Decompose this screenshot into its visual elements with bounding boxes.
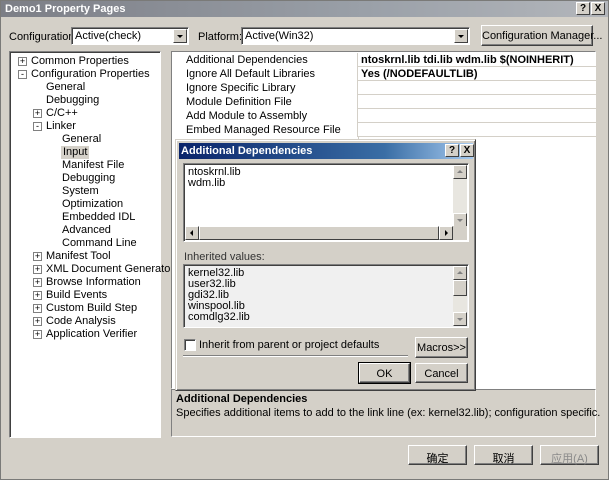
grid-row[interactable]: Add Module to Assembly bbox=[172, 109, 596, 123]
grid-row[interactable]: Ignore Specific Library bbox=[172, 81, 596, 95]
grid-row-value[interactable] bbox=[359, 95, 361, 109]
inherit-checkbox-label[interactable]: Inherit from parent or project defaults bbox=[199, 339, 379, 351]
grid-row[interactable]: Ignore All Default Libraries Yes (/NODEF… bbox=[172, 67, 596, 81]
grid-row-value[interactable] bbox=[359, 123, 361, 137]
grid-row-value[interactable]: Yes (/NODEFAULTLIB) bbox=[359, 67, 478, 81]
grid-row[interactable]: Additional Dependencies ntoskrnl.lib tdi… bbox=[172, 53, 596, 67]
grid-row[interactable]: Embed Managed Resource File bbox=[172, 123, 596, 137]
platform-select[interactable]: Active(Win32) bbox=[241, 27, 470, 45]
grid-row-value[interactable] bbox=[359, 81, 361, 95]
grid-row-name[interactable]: Module Definition File bbox=[172, 95, 358, 109]
tree-item-manifest-file[interactable]: Manifest File bbox=[62, 159, 124, 172]
expand-icon[interactable]: + bbox=[33, 252, 42, 261]
horizontal-scrollbar[interactable] bbox=[185, 226, 453, 240]
dialog-title: Additional Dependencies bbox=[181, 145, 313, 157]
dialog-separator bbox=[183, 355, 408, 357]
dependency-item[interactable]: wdm.lib bbox=[188, 177, 225, 189]
window-title: Demo1 Property Pages bbox=[5, 3, 126, 15]
expand-icon[interactable]: + bbox=[33, 330, 42, 339]
apply-button[interactable]: 应用(A) bbox=[540, 445, 599, 465]
tree-item-code-analysis[interactable]: Code Analysis bbox=[46, 315, 116, 328]
grid-row-name[interactable]: Embed Managed Resource File bbox=[172, 123, 358, 137]
tree-item-command-line[interactable]: Command Line bbox=[62, 237, 137, 250]
scroll-down-icon[interactable] bbox=[453, 312, 467, 326]
tree-item-system[interactable]: System bbox=[62, 185, 99, 198]
tree-item-xml-document-generator[interactable]: XML Document Generator bbox=[46, 263, 174, 276]
tree-item-optimization[interactable]: Optimization bbox=[62, 198, 123, 211]
grid-row-name[interactable]: Add Module to Assembly bbox=[172, 109, 358, 123]
configuration-value: Active(check) bbox=[75, 30, 142, 42]
grid-row-name[interactable]: Additional Dependencies bbox=[172, 53, 358, 67]
help-icon[interactable]: ? bbox=[445, 144, 459, 157]
tree-item-linker-input[interactable]: Input bbox=[61, 146, 90, 159]
window-titlebar: Demo1 Property Pages ? X bbox=[1, 1, 608, 17]
scroll-left-icon[interactable] bbox=[185, 226, 199, 240]
configuration-label: Configuration: bbox=[9, 31, 78, 43]
platform-value: Active(Win32) bbox=[245, 30, 314, 42]
property-tree[interactable]: + Common Properties - Configuration Prop… bbox=[9, 51, 174, 438]
tree-item-linker-debugging[interactable]: Debugging bbox=[62, 172, 115, 185]
scroll-thumb[interactable] bbox=[199, 226, 439, 240]
dialog-cancel-button[interactable]: Cancel bbox=[415, 363, 468, 383]
expand-icon[interactable]: + bbox=[33, 265, 42, 274]
vertical-scrollbar[interactable] bbox=[453, 266, 467, 326]
grid-row-value[interactable] bbox=[359, 109, 361, 123]
tree-item-browse-information[interactable]: Browse Information bbox=[46, 276, 141, 289]
grid-row[interactable]: Module Definition File bbox=[172, 95, 596, 109]
expand-icon[interactable]: + bbox=[33, 317, 42, 326]
tree-item-general[interactable]: General bbox=[46, 81, 85, 94]
tree-item-advanced[interactable]: Advanced bbox=[62, 224, 111, 237]
scroll-up-icon[interactable] bbox=[453, 165, 467, 179]
description-title: Additional Dependencies bbox=[176, 393, 308, 405]
vertical-scrollbar[interactable] bbox=[453, 165, 467, 227]
configuration-select[interactable]: Active(check) bbox=[71, 27, 189, 45]
inherited-item: comdlg32.lib bbox=[188, 311, 250, 323]
grid-row-value[interactable]: ntoskrnl.lib tdi.lib wdm.lib $(NOINHERIT… bbox=[359, 53, 574, 67]
grid-row-name[interactable]: Ignore Specific Library bbox=[172, 81, 358, 95]
tree-item-linker[interactable]: Linker bbox=[46, 120, 76, 133]
description-panel: Additional Dependencies Specifies additi… bbox=[171, 389, 600, 437]
collapse-icon[interactable]: - bbox=[18, 70, 27, 79]
expand-icon[interactable]: + bbox=[33, 291, 42, 300]
expand-icon[interactable]: + bbox=[33, 278, 42, 287]
tree-item-build-events[interactable]: Build Events bbox=[46, 289, 107, 302]
tree-item-manifest-tool[interactable]: Manifest Tool bbox=[46, 250, 111, 263]
grid-row-name[interactable]: Ignore All Default Libraries bbox=[172, 67, 358, 81]
close-icon[interactable]: X bbox=[591, 2, 605, 15]
expand-icon[interactable]: + bbox=[33, 304, 42, 313]
dialog-titlebar: Additional Dependencies ? X bbox=[179, 143, 474, 159]
tree-item-linker-general[interactable]: General bbox=[62, 133, 101, 146]
scroll-right-icon[interactable] bbox=[439, 226, 453, 240]
platform-label: Platform: bbox=[198, 31, 243, 43]
inherited-values-label: Inherited values: bbox=[184, 251, 265, 263]
inherit-checkbox[interactable] bbox=[184, 339, 196, 351]
tree-item-application-verifier[interactable]: Application Verifier bbox=[46, 328, 137, 341]
dialog-ok-button[interactable]: OK bbox=[358, 362, 411, 384]
tree-item-cpp[interactable]: C/C++ bbox=[46, 107, 78, 120]
expand-icon[interactable]: + bbox=[33, 109, 42, 118]
configuration-manager-button[interactable]: Configuration Manager... bbox=[481, 25, 602, 46]
scroll-corner bbox=[453, 226, 467, 240]
close-icon[interactable]: X bbox=[460, 144, 474, 157]
chevron-down-icon[interactable] bbox=[173, 29, 187, 43]
help-icon[interactable]: ? bbox=[576, 2, 590, 15]
additional-dependencies-dialog: Additional Dependencies ? X ntoskrnl.lib… bbox=[175, 139, 476, 391]
ok-button[interactable]: 确定 bbox=[408, 445, 467, 465]
inherited-values-list: kernel32.lib user32.lib gdi32.lib winspo… bbox=[183, 264, 469, 328]
tree-item-common-properties[interactable]: Common Properties bbox=[31, 55, 129, 68]
macros-button[interactable]: Macros>> bbox=[415, 337, 468, 358]
collapse-icon[interactable]: - bbox=[33, 122, 42, 131]
dependencies-edit[interactable]: ntoskrnl.lib wdm.lib bbox=[183, 163, 469, 242]
description-text: Specifies additional items to add to the… bbox=[176, 407, 601, 419]
tree-item-custom-build-step[interactable]: Custom Build Step bbox=[46, 302, 137, 315]
scroll-thumb[interactable] bbox=[453, 280, 467, 296]
cancel-button[interactable]: 取消 bbox=[474, 445, 533, 465]
chevron-down-icon[interactable] bbox=[454, 29, 468, 43]
tree-item-configuration-properties[interactable]: Configuration Properties bbox=[31, 68, 150, 81]
scroll-up-icon[interactable] bbox=[453, 266, 467, 280]
scroll-down-icon[interactable] bbox=[453, 213, 467, 227]
tree-item-embedded-idl[interactable]: Embedded IDL bbox=[62, 211, 135, 224]
expand-icon[interactable]: + bbox=[18, 57, 27, 66]
tree-item-debugging[interactable]: Debugging bbox=[46, 94, 99, 107]
